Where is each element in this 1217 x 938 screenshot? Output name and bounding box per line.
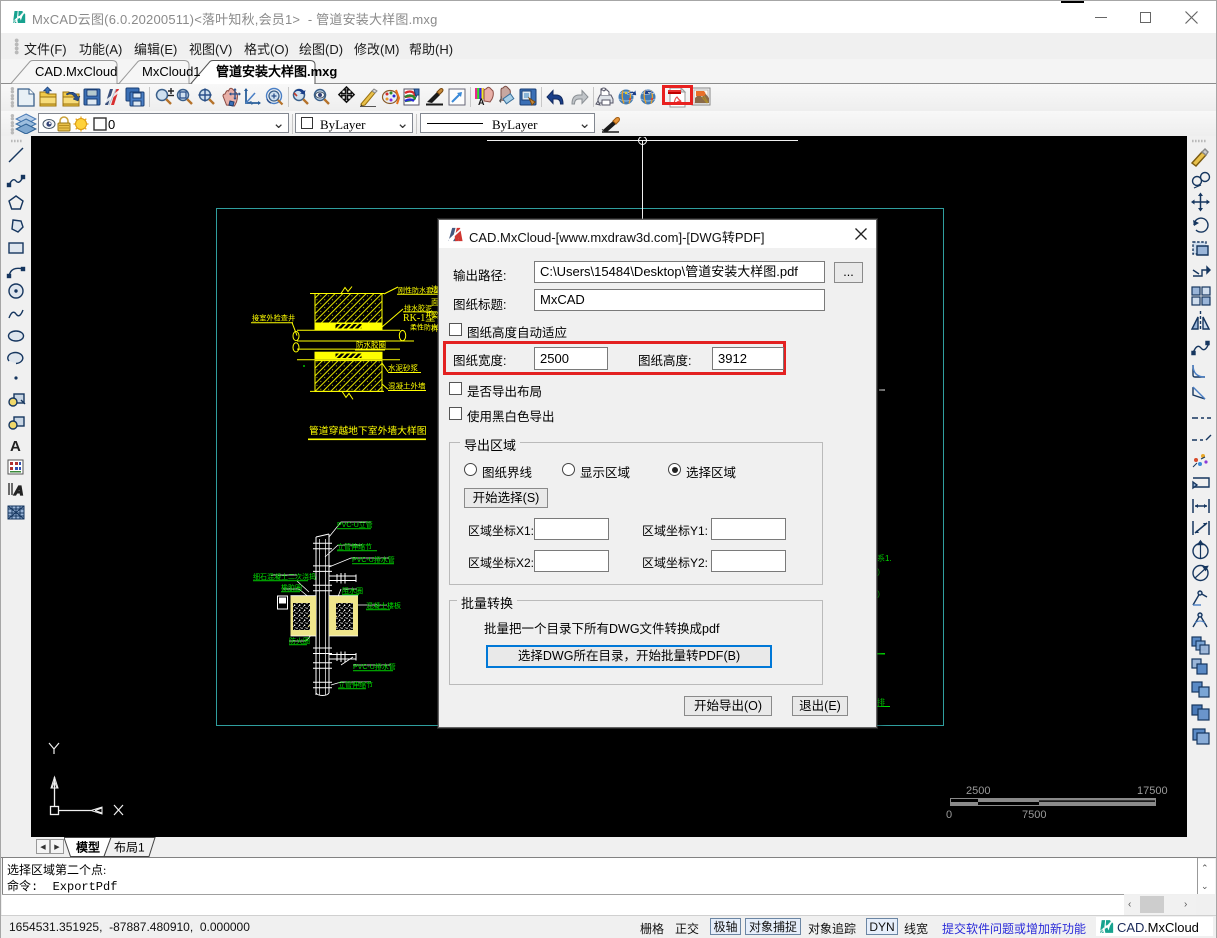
svg-text:管道穿越地下室外墙大样图: 管道穿越地下室外墙大样图 bbox=[309, 424, 427, 437]
svg-text:阻水圈: 阻水圈 bbox=[342, 586, 363, 595]
svg-text:）: ） bbox=[877, 590, 885, 599]
svg-text:2500: 2500 bbox=[966, 785, 990, 797]
svg-text:接室外检查井: 接室外检查井 bbox=[252, 314, 295, 323]
svg-text:PVC-U排水管: PVC-U排水管 bbox=[352, 555, 395, 564]
svg-text:A: A bbox=[478, 97, 485, 107]
svg-text:排水胶泥: 排水胶泥 bbox=[404, 304, 432, 313]
svg-text:MxCloud1: MxCloud1 bbox=[142, 64, 201, 79]
svg-text:A: A bbox=[13, 483, 23, 498]
svg-text:）: ） bbox=[877, 568, 885, 577]
svg-text:排: 排 bbox=[877, 697, 885, 707]
svg-text:橡胶圈: 橡胶圈 bbox=[281, 583, 302, 592]
svg-text:管道安装大样图.mxg: 管道安装大样图.mxg bbox=[216, 64, 337, 79]
svg-text:PVC-U排水管: PVC-U排水管 bbox=[353, 662, 396, 671]
svg-text:立管伸缩节: 立管伸缩节 bbox=[337, 542, 372, 551]
svg-text:PVC-U立管: PVC-U立管 bbox=[337, 520, 373, 529]
svg-text:0: 0 bbox=[946, 809, 952, 821]
svg-text:系1.: 系1. bbox=[877, 553, 892, 563]
svg-text:CAD.MxCloud: CAD.MxCloud bbox=[35, 64, 117, 79]
svg-text:布局1: 布局1 bbox=[114, 841, 145, 855]
svg-text:7500: 7500 bbox=[1022, 809, 1046, 821]
svg-text:A: A bbox=[10, 438, 21, 455]
svg-text:模型: 模型 bbox=[76, 840, 100, 855]
svg-text:细石混凝土二次浇捣: 细石混凝土二次浇捣 bbox=[253, 572, 316, 581]
svg-text:混凝土外墙: 混凝土外墙 bbox=[388, 381, 426, 391]
svg-text:防火圈: 防火圈 bbox=[289, 636, 310, 645]
svg-text:水泥砂浆: 水泥砂浆 bbox=[388, 363, 418, 373]
svg-text:立管伸缩节: 立管伸缩节 bbox=[338, 680, 373, 689]
svg-text:17500: 17500 bbox=[1137, 785, 1168, 797]
svg-text:混凝土楼板: 混凝土楼板 bbox=[366, 601, 401, 610]
svg-text:防水胶圈: 防水胶圈 bbox=[356, 340, 386, 350]
